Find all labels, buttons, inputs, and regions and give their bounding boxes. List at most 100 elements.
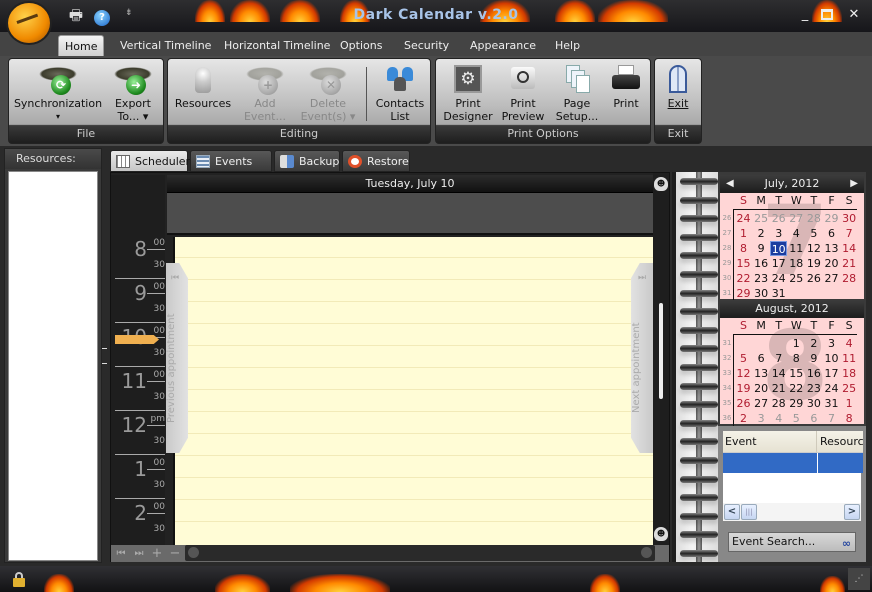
calendar-day[interactable]: 27 [753, 396, 770, 411]
calendar-day[interactable]: 6 [805, 411, 822, 426]
calendar-day-selected[interactable]: 10 [770, 241, 788, 256]
calendar-day[interactable]: 15 [788, 366, 805, 381]
calendar-day[interactable]: 10 [823, 351, 840, 366]
resize-grip[interactable]: ⋰ [848, 568, 870, 590]
calendar-day[interactable]: 25 [788, 271, 805, 286]
delete-events-button[interactable]: ✕ Delete Event(s) ▾ [296, 63, 360, 127]
horizontal-scrollbar[interactable] [185, 545, 655, 561]
calendar-day[interactable]: 20 [753, 381, 770, 396]
calendar-day[interactable]: 19 [735, 381, 752, 396]
calendar-day[interactable]: 7 [823, 411, 840, 426]
skull-scroll-left-icon[interactable] [188, 547, 199, 558]
calendar-day[interactable]: 5 [788, 411, 805, 426]
vertical-scrollbar[interactable]: ☻ ☻ [653, 173, 669, 545]
calendar-day[interactable]: 25 [753, 211, 770, 226]
tab-options[interactable]: Options [334, 35, 388, 56]
print-button[interactable]: Print [604, 63, 648, 127]
calendar-day[interactable]: 21 [841, 256, 858, 271]
calendar-day[interactable]: 18 [841, 366, 858, 381]
calendar-day[interactable]: 30 [805, 396, 822, 411]
resources-list[interactable] [8, 171, 98, 561]
tab-horizontal-timeline[interactable]: Horizontal Timeline [218, 35, 336, 56]
tab-restore[interactable]: Restore [342, 150, 410, 172]
calendar-day[interactable]: 24 [823, 381, 840, 396]
calendar-day[interactable]: 29 [735, 286, 752, 301]
calendar-day[interactable]: 8 [841, 411, 858, 426]
calendar-day[interactable]: 3 [753, 411, 770, 426]
calendar-day[interactable]: 3 [823, 336, 840, 351]
calendar-day[interactable]: 16 [805, 366, 822, 381]
calendar-day[interactable]: 28 [805, 211, 822, 226]
print-designer-button[interactable]: ⚙ Print Designer [440, 63, 496, 127]
calendar-day[interactable]: 13 [823, 241, 840, 256]
resources-button[interactable]: Resources [172, 63, 234, 127]
calendar-day[interactable]: 5 [805, 226, 822, 241]
bone-scroll-thumb[interactable] [659, 303, 663, 399]
calendar-day[interactable]: 22 [735, 271, 752, 286]
skull-scroll-right-icon[interactable] [641, 547, 652, 558]
calendar-day[interactable]: 7 [770, 351, 787, 366]
lock-icon[interactable] [12, 572, 26, 587]
calendar-day[interactable]: 21 [770, 381, 787, 396]
calendar-day[interactable]: 9 [753, 241, 770, 256]
calendar-day[interactable]: 12 [735, 366, 752, 381]
calendar-day[interactable]: 17 [770, 256, 787, 271]
add-event-button[interactable]: + Add Event... [238, 63, 292, 127]
scroll-left-button[interactable]: < [724, 504, 740, 520]
previous-appointment-button[interactable]: ⏮ Previous appointment [166, 263, 188, 453]
calendar-day[interactable]: 31 [823, 396, 840, 411]
calendar-day[interactable]: 9 [805, 351, 822, 366]
tab-backup[interactable]: Backup [274, 150, 340, 172]
calendar-day[interactable]: 1 [735, 226, 752, 241]
contacts-list-button[interactable]: Contacts List [372, 63, 428, 127]
all-day-area[interactable] [167, 193, 653, 235]
calendar-day[interactable]: 17 [823, 366, 840, 381]
day-time-slots[interactable] [173, 237, 653, 545]
calendar-day[interactable]: 26 [770, 211, 787, 226]
calendar-day[interactable]: 29 [823, 211, 840, 226]
calendar-day[interactable]: 22 [788, 381, 805, 396]
calendar-day[interactable]: 8 [788, 351, 805, 366]
calendar-day[interactable]: 28 [770, 396, 787, 411]
calendar-day[interactable]: 4 [770, 411, 787, 426]
remove-resource-button[interactable]: − [167, 546, 183, 561]
calendar-day[interactable]: 1 [841, 396, 858, 411]
calendar-day[interactable]: 15 [735, 256, 752, 271]
calendar-day[interactable]: 11 [788, 241, 805, 256]
column-header-event[interactable]: Event [723, 431, 817, 453]
calendar-day[interactable]: 29 [788, 396, 805, 411]
calendar-day[interactable]: 7 [841, 226, 858, 241]
synchronization-button[interactable]: ⟳ Synchronization ▾ [13, 63, 103, 127]
maximize-button[interactable] [821, 9, 833, 20]
print-preview-button[interactable]: Print Preview [496, 63, 550, 127]
minimize-button[interactable]: _ [796, 6, 814, 24]
calendar-day[interactable]: 3 [770, 226, 787, 241]
tab-appearance[interactable]: Appearance [464, 35, 542, 56]
calendar-day[interactable]: 23 [753, 271, 770, 286]
tab-vertical-timeline[interactable]: Vertical Timeline [114, 35, 217, 56]
calendar-day[interactable]: 25 [841, 381, 858, 396]
panel-splitter-handle[interactable] [102, 348, 107, 364]
tab-security[interactable]: Security [398, 35, 455, 56]
next-month-button[interactable]: ▶ [850, 175, 858, 193]
calendar-day[interactable]: 4 [788, 226, 805, 241]
skull-scroll-down-icon[interactable]: ☻ [654, 527, 668, 541]
calendar-day[interactable]: 24 [735, 211, 752, 226]
calendar-day[interactable]: 30 [841, 211, 858, 226]
calendar-day[interactable]: 20 [823, 256, 840, 271]
calendar-day[interactable]: 14 [841, 241, 858, 256]
skull-scroll-up-icon[interactable]: ☻ [654, 177, 668, 191]
calendar-day[interactable]: 5 [735, 351, 752, 366]
calendar-day[interactable]: 26 [805, 271, 822, 286]
calendar-day[interactable]: 2 [805, 336, 822, 351]
calendar-day[interactable]: 18 [788, 256, 805, 271]
close-button[interactable]: ✕ [845, 6, 863, 24]
calendar-day[interactable]: 19 [805, 256, 822, 271]
calendar-day[interactable]: 13 [753, 366, 770, 381]
calendar-day[interactable]: 26 [735, 396, 752, 411]
calendar-day[interactable]: 12 [805, 241, 822, 256]
calendar-day[interactable]: 4 [841, 336, 858, 351]
calendar-day[interactable]: 2 [735, 411, 752, 426]
exit-button[interactable]: Exit [657, 63, 699, 127]
pumpkin-app-logo-icon[interactable] [8, 3, 50, 43]
